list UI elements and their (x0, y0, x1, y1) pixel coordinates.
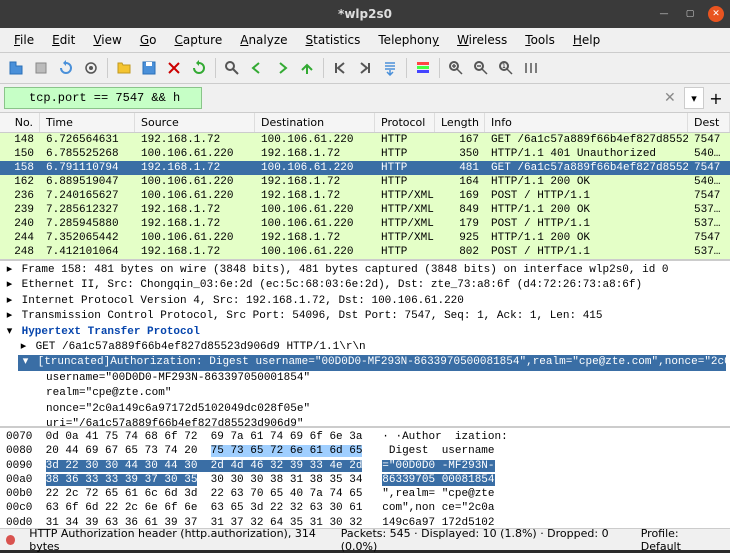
packet-list-pane: No. Time Source Destination Protocol Len… (0, 113, 730, 261)
minimize-button[interactable]: — (656, 6, 672, 22)
packet-header-row: No. Time Source Destination Protocol Len… (0, 113, 730, 133)
toolbar: 1 (0, 53, 730, 84)
toggle-icon[interactable]: ▸ (4, 294, 15, 309)
menu-edit[interactable]: Edit (44, 30, 83, 50)
reload-button[interactable] (187, 56, 211, 80)
hex-pane[interactable]: 0070 0d 0a 41 75 74 68 6f 72 69 7a 61 74… (0, 428, 730, 528)
menu-analyze[interactable]: Analyze (232, 30, 295, 50)
go-back-button[interactable] (245, 56, 269, 80)
go-first-button[interactable] (328, 56, 352, 80)
toggle-icon[interactable]: ▾ (20, 355, 31, 370)
resize-columns-button[interactable] (519, 56, 543, 80)
packet-row[interactable]: 2367.240165627100.106.61.220192.168.1.72… (0, 189, 730, 203)
menu-statistics[interactable]: Statistics (298, 30, 369, 50)
toggle-icon[interactable]: ▸ (4, 263, 15, 278)
toggle-icon[interactable]: ▸ (18, 340, 29, 355)
toggle-icon[interactable]: ▾ (4, 325, 15, 340)
packet-row[interactable]: 1506.785525268100.106.61.220192.168.1.72… (0, 147, 730, 161)
col-src[interactable]: Source (135, 113, 255, 132)
col-proto[interactable]: Protocol (375, 113, 435, 132)
clear-filter-button[interactable]: ✕ (664, 90, 678, 104)
status-packets: Packets: 545 · Displayed: 10 (1.8%) · Dr… (333, 527, 633, 553)
col-info[interactable]: Info (485, 113, 688, 132)
expert-info-icon[interactable] (6, 535, 15, 545)
toggle-icon[interactable]: ▸ (4, 278, 15, 293)
display-filter-input[interactable] (4, 87, 202, 109)
open-file-button[interactable] (112, 56, 136, 80)
stop-capture-button[interactable] (29, 56, 53, 80)
http-protocol-label[interactable]: Hypertext Transfer Protocol (22, 326, 200, 338)
capture-options-button[interactable] (79, 56, 103, 80)
filter-bar: ✕ ▾ + (0, 84, 730, 113)
menu-help[interactable]: Help (565, 30, 608, 50)
save-button[interactable] (137, 56, 161, 80)
go-forward-button[interactable] (270, 56, 294, 80)
packet-row[interactable]: 1486.726564631192.168.1.72100.106.61.220… (0, 133, 730, 147)
packet-row[interactable]: 2487.412101064192.168.1.72100.106.61.220… (0, 245, 730, 259)
close-button[interactable]: ✕ (708, 6, 724, 22)
status-field: HTTP Authorization header (http.authoriz… (21, 527, 333, 553)
go-last-button[interactable] (353, 56, 377, 80)
zoom-out-button[interactable] (469, 56, 493, 80)
packet-row[interactable]: 2397.285612327192.168.1.72100.106.61.220… (0, 203, 730, 217)
menu-wireless[interactable]: Wireless (449, 30, 515, 50)
start-capture-button[interactable] (4, 56, 28, 80)
go-to-packet-button[interactable] (295, 56, 319, 80)
menu-go[interactable]: Go (132, 30, 165, 50)
find-button[interactable] (220, 56, 244, 80)
col-dest[interactable]: Dest (688, 113, 730, 132)
menu-file[interactable]: File (6, 30, 42, 50)
col-no[interactable]: No. (0, 113, 40, 132)
menubar: File Edit View Go Capture Analyze Statis… (0, 28, 730, 53)
col-dst[interactable]: Destination (255, 113, 375, 132)
titlebar: *wlp2s0 — ▢ ✕ (0, 0, 730, 28)
col-len[interactable]: Length (435, 113, 485, 132)
maximize-button[interactable]: ▢ (682, 6, 698, 22)
colorize-button[interactable] (411, 56, 435, 80)
col-time[interactable]: Time (40, 113, 135, 132)
filter-add-button[interactable]: + (706, 87, 726, 109)
menu-tools[interactable]: Tools (517, 30, 563, 50)
status-profile[interactable]: Profile: Default (633, 527, 724, 553)
packet-row[interactable]: 1626.889519047100.106.61.220192.168.1.72… (0, 175, 730, 189)
menu-telephony[interactable]: Telephony (370, 30, 447, 50)
auth-header-line[interactable]: [truncated]Authorization: Digest usernam… (38, 356, 730, 368)
restart-capture-button[interactable] (54, 56, 78, 80)
window-title: *wlp2s0 (338, 7, 392, 21)
close-file-button[interactable] (162, 56, 186, 80)
menu-capture[interactable]: Capture (166, 30, 230, 50)
auto-scroll-button[interactable] (378, 56, 402, 80)
filter-history-button[interactable]: ▾ (684, 87, 704, 109)
zoom-in-button[interactable] (444, 56, 468, 80)
svg-text:1: 1 (502, 63, 506, 70)
packet-details-pane[interactable]: ▸ Frame 158: 481 bytes on wire (3848 bit… (0, 261, 730, 428)
packet-row[interactable]: 1586.791110794192.168.1.72100.106.61.220… (0, 161, 730, 175)
statusbar: HTTP Authorization header (http.authoriz… (0, 528, 730, 550)
toggle-icon[interactable]: ▸ (4, 309, 15, 324)
packet-row[interactable]: 2407.285945880192.168.1.72100.106.61.220… (0, 217, 730, 231)
menu-view[interactable]: View (85, 30, 129, 50)
packet-row[interactable]: 2447.352065442100.106.61.220192.168.1.72… (0, 231, 730, 245)
zoom-reset-button[interactable]: 1 (494, 56, 518, 80)
